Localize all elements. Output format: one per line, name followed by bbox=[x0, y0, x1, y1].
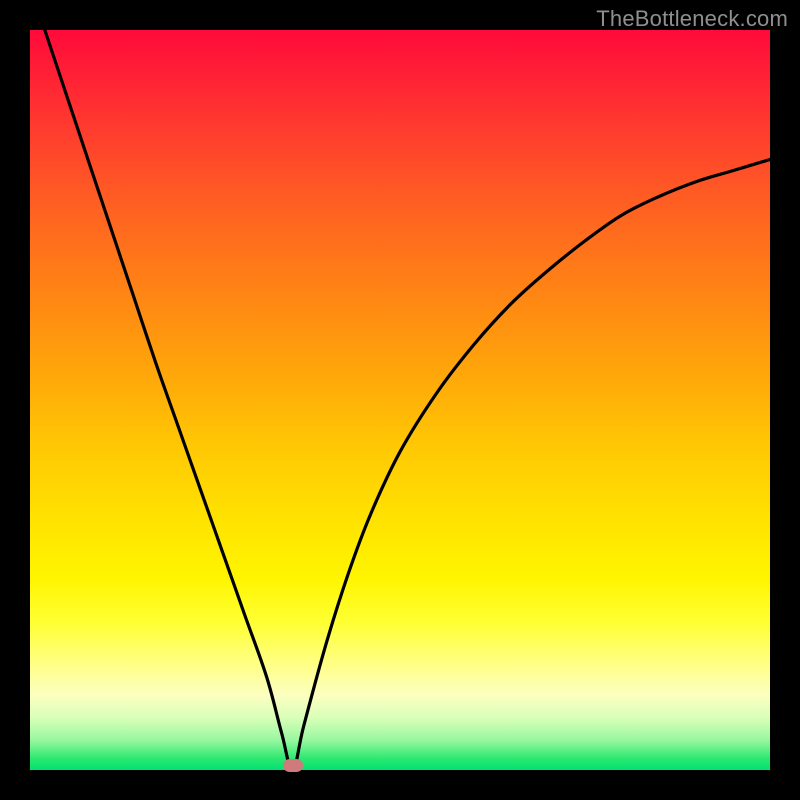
chart-frame: TheBottleneck.com bbox=[0, 0, 800, 800]
watermark-text: TheBottleneck.com bbox=[596, 6, 788, 32]
minimum-marker bbox=[283, 759, 303, 772]
plot-area bbox=[30, 30, 770, 770]
bottleneck-curve bbox=[30, 30, 770, 770]
